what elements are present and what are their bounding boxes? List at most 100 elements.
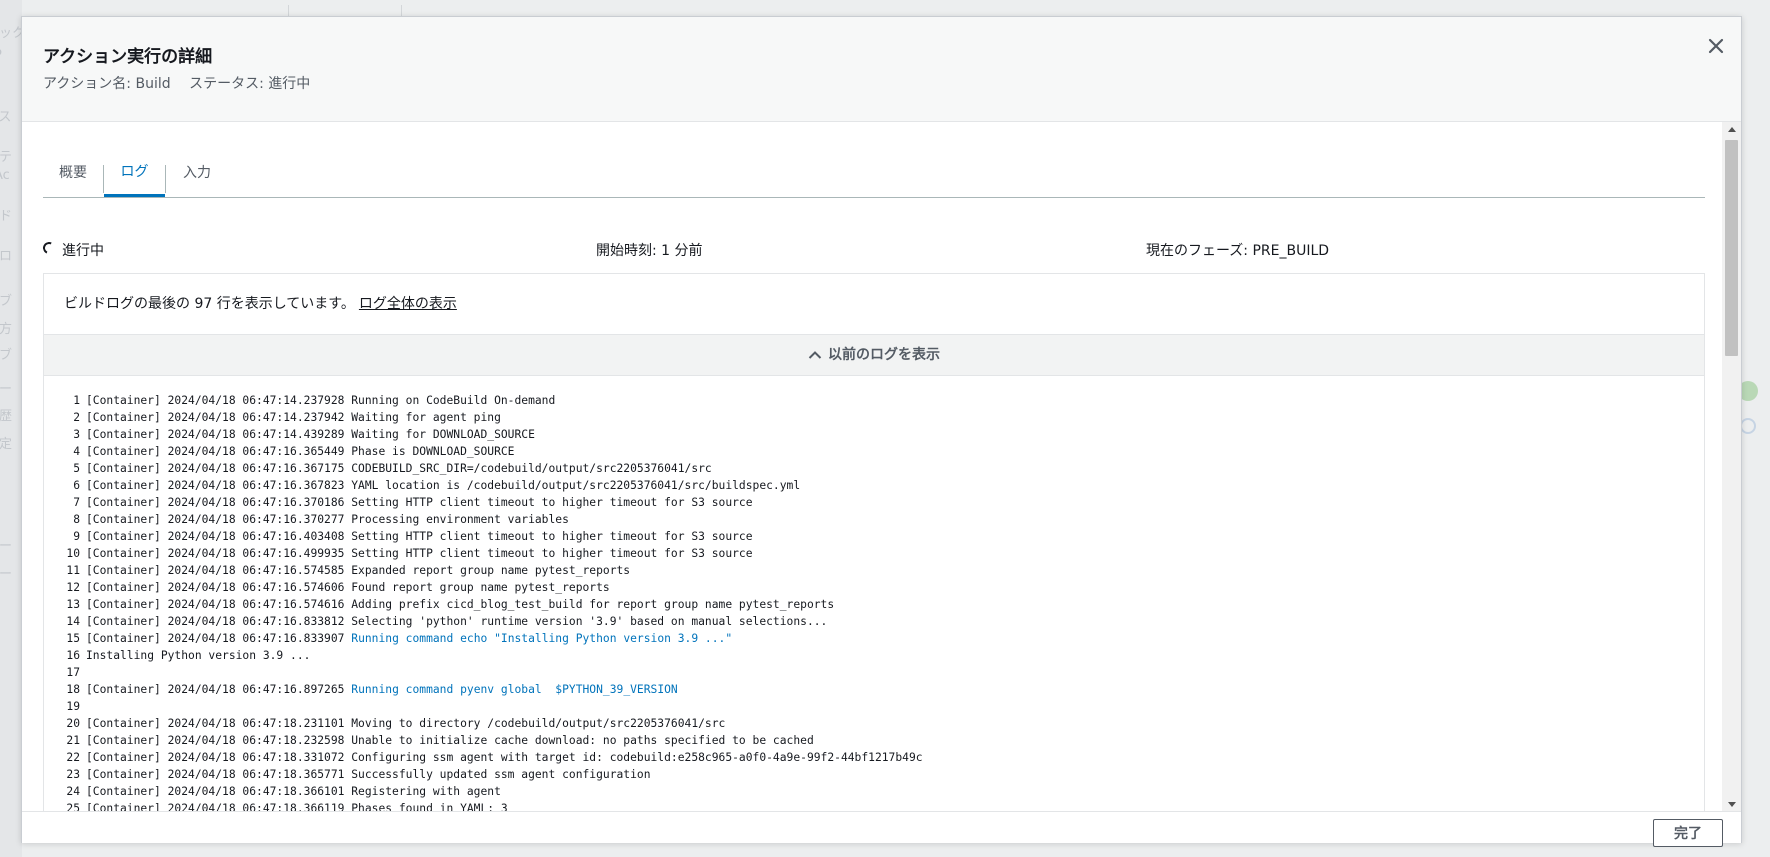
log-line-number: 18	[66, 683, 80, 696]
log-line: 6 [Container] 2024/04/18 06:47:16.367823 …	[44, 477, 1704, 494]
close-icon	[1708, 38, 1724, 54]
log-line-number: 25	[66, 802, 80, 811]
log-line-text: [Container] 2024/04/18 06:47:16.370277 P…	[86, 513, 569, 526]
log-line-text: [Container] 2024/04/18 06:47:14.439289 W…	[86, 428, 535, 441]
modal-title: アクション実行の詳細	[43, 47, 213, 67]
log-line-number: 12	[66, 581, 80, 594]
log-line: 2 [Container] 2024/04/18 06:47:14.237942 …	[44, 409, 1704, 426]
log-line: 23 [Container] 2024/04/18 06:47:18.365771…	[44, 766, 1704, 783]
log-line-number: 2	[73, 411, 80, 424]
log-info: ビルドログの最後の 97 行を表示しています。 ログ全体の表示	[44, 274, 1704, 335]
background-text-fragment: 去方	[0, 322, 13, 337]
scroll-down-arrow-icon[interactable]	[1722, 797, 1741, 811]
scroll-up-arrow-icon[interactable]	[1722, 122, 1741, 136]
log-line-text: Installing Python version 3.9 ...	[86, 649, 311, 662]
modal-scrollbar[interactable]	[1722, 122, 1741, 811]
log-line: 16 Installing Python version 3.9 ...	[44, 647, 1704, 664]
log-line-number: 6	[73, 479, 80, 492]
log-line: 7 [Container] 2024/04/18 06:47:16.370186 …	[44, 494, 1704, 511]
log-line: 3 [Container] 2024/04/18 06:47:14.439289 …	[44, 426, 1704, 443]
background-text-fragment: ソー	[0, 539, 13, 554]
background-text-fragment: イブ	[0, 348, 13, 363]
log-line-text: [Container] 2024/04/18 06:47:14.237928 R…	[86, 394, 556, 407]
action-status: ステータス: 進行中	[189, 76, 311, 92]
log-line-text: [Container] 2024/04/18 06:47:18.366119 P…	[86, 802, 508, 811]
background-text-fragment: eAc	[0, 168, 10, 183]
log-line: 9 [Container] 2024/04/18 06:47:16.403408 …	[44, 528, 1704, 545]
log-line-number: 24	[66, 785, 80, 798]
scrollbar-thumb[interactable]	[1725, 140, 1738, 356]
background-text-fragment: プロ	[0, 249, 13, 264]
log-lines: 1 [Container] 2024/04/18 06:47:14.237928 …	[44, 384, 1704, 811]
log-line: 12 [Container] 2024/04/18 06:47:16.574606…	[44, 579, 1704, 596]
log-line-text: [Container] 2024/04/18 06:47:18.232598 U…	[86, 734, 814, 747]
log-line-number: 5	[73, 462, 80, 475]
done-button[interactable]: 完了	[1653, 819, 1723, 847]
log-line: 11 [Container] 2024/04/18 06:47:16.574585…	[44, 562, 1704, 579]
log-line-text: [Container] 2024/04/18 06:47:18.331072 C…	[86, 751, 923, 764]
log-line-number: 16	[66, 649, 80, 662]
background-text-fragment: イブ	[0, 294, 13, 309]
log-line-text: [Container] 2024/04/18 06:47:16.574585 E…	[86, 564, 631, 577]
log-line: 18 [Container] 2024/04/18 06:47:16.897265…	[44, 681, 1704, 698]
log-line: 19	[44, 698, 1704, 715]
log-line-number: 9	[73, 530, 80, 543]
log-line-text: [Container] 2024/04/18 06:47:16.574616 A…	[86, 598, 835, 611]
log-line-text: [Container] 2024/04/18 06:47:16.574606 F…	[86, 581, 610, 594]
log-line: 20 [Container] 2024/04/18 06:47:18.231101…	[44, 715, 1704, 732]
log-info-text: ビルドログの最後の 97 行を表示しています。	[64, 296, 355, 312]
log-line-number: 21	[66, 734, 80, 747]
show-previous-log-label: 以前のログを表示	[828, 347, 940, 363]
view-full-log-link[interactable]: ログ全体の表示	[359, 296, 457, 312]
log-line-text: [Container] 2024/04/18 06:47:16.833907	[86, 632, 352, 645]
log-line-number: 17	[66, 666, 80, 679]
build-status-row: 進行中 開始時刻: 1 分前 現在のフェーズ: PRE_BUILD	[41, 240, 1703, 260]
background-text-fragment: 設定	[0, 437, 13, 452]
log-line: 22 [Container] 2024/04/18 06:47:18.331072…	[44, 749, 1704, 766]
background-text-fragment: パー	[0, 382, 13, 397]
log-line-number: 11	[66, 564, 80, 577]
log-line-number: 23	[66, 768, 80, 781]
log-line: 14 [Container] 2024/04/18 06:47:16.833812…	[44, 613, 1704, 630]
in-progress-spinner-icon	[41, 240, 57, 256]
log-line-number: 10	[66, 547, 80, 560]
show-previous-log-button[interactable]: 以前のログを表示	[44, 335, 1704, 376]
build-state: 進行中	[41, 240, 104, 260]
close-button[interactable]	[1703, 33, 1729, 59]
tab-input[interactable]: 入力	[166, 151, 228, 196]
log-line: 5 [Container] 2024/04/18 06:47:16.367175 …	[44, 460, 1704, 477]
start-time: 開始時刻: 1 分前	[596, 243, 703, 259]
tab-logs[interactable]: ログ	[104, 151, 165, 197]
log-line-number: 3	[73, 428, 80, 441]
log-line-number: 14	[66, 615, 80, 628]
tab-bar: 概要 ログ 入力	[43, 151, 1705, 198]
log-line-number: 22	[66, 751, 80, 764]
build-log-panel: ビルドログの最後の 97 行を表示しています。 ログ全体の表示 以前のログを表示 …	[43, 273, 1705, 811]
log-line-text: [Container] 2024/04/18 06:47:18.366101 R…	[86, 785, 501, 798]
log-line-text: [Container] 2024/04/18 06:47:16.499935 S…	[86, 547, 753, 560]
log-line-text: [Container] 2024/04/18 06:47:16.365449 P…	[86, 445, 515, 458]
log-line-text: [Container] 2024/04/18 06:47:16.897265	[86, 683, 352, 696]
log-line: 21 [Container] 2024/04/18 06:47:18.232598…	[44, 732, 1704, 749]
tab-overview[interactable]: 概要	[43, 151, 103, 196]
background-status-icon	[1740, 418, 1756, 434]
log-line-number: 19	[66, 700, 80, 713]
build-state-label: 進行中	[62, 243, 104, 259]
log-line-text: [Container] 2024/04/18 06:47:16.367175 C…	[86, 462, 712, 475]
log-line-number: 13	[66, 598, 80, 611]
background-text-fragment: ルド	[0, 209, 13, 224]
log-line: 10 [Container] 2024/04/18 06:47:16.499935…	[44, 545, 1704, 562]
log-line-text: [Container] 2024/04/18 06:47:16.370186 S…	[86, 496, 753, 509]
log-line-text: [Container] 2024/04/18 06:47:18.231101 M…	[86, 717, 726, 730]
modal-header: アクション実行の詳細 アクション名: Build ステータス: 進行中	[22, 17, 1741, 122]
log-line-number: 15	[66, 632, 80, 645]
log-line-text: [Container] 2024/04/18 06:47:16.403408 S…	[86, 530, 753, 543]
action-name: アクション名: Build	[43, 76, 171, 92]
action-details-modal: アクション実行の詳細 アクション名: Build ステータス: 進行中 概要 ロ…	[21, 16, 1742, 847]
background-text-fragment: eP	[0, 48, 2, 63]
chevron-up-icon	[808, 351, 822, 359]
background-text-fragment: ーテ	[0, 150, 13, 165]
log-line-text: [Container] 2024/04/18 06:47:14.237942 W…	[86, 411, 501, 424]
log-line-number: 7	[73, 496, 80, 509]
current-phase: 現在のフェーズ: PRE_BUILD	[1146, 243, 1330, 259]
